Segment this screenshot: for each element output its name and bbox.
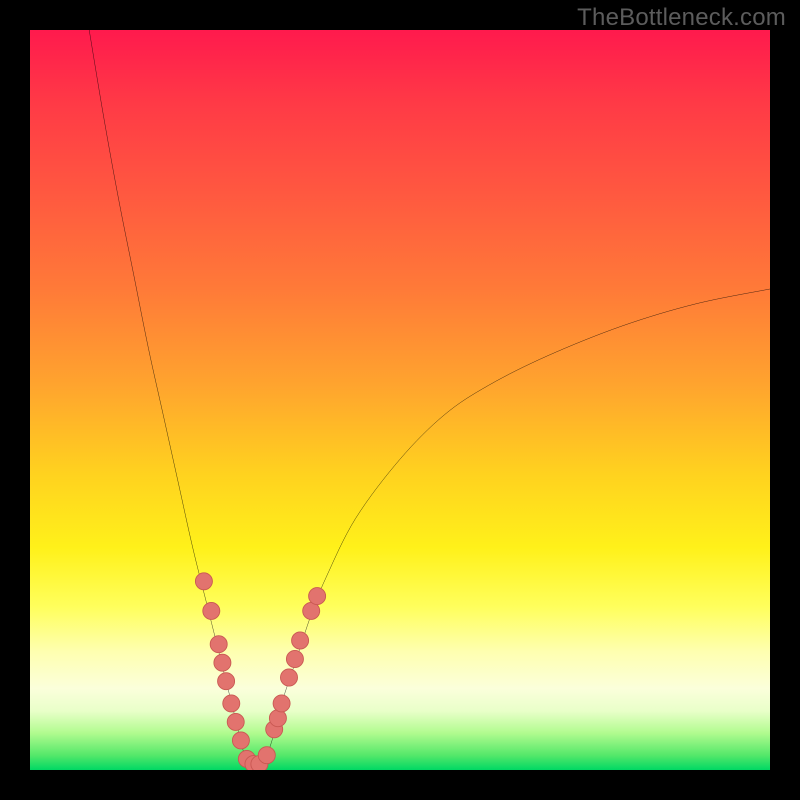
curve-plot: [30, 30, 770, 770]
marker-dot: [232, 732, 249, 749]
bottleneck-curve: [89, 30, 770, 768]
marker-dot: [273, 695, 290, 712]
marker-dot: [218, 673, 235, 690]
marker-dot: [309, 588, 326, 605]
marker-dot: [223, 695, 240, 712]
marker-dot: [269, 710, 286, 727]
marker-dot: [280, 669, 297, 686]
marker-dot: [203, 602, 220, 619]
marker-dot: [227, 713, 244, 730]
marker-dot: [214, 654, 231, 671]
marker-dot: [258, 747, 275, 764]
marker-dot: [292, 632, 309, 649]
marker-dot: [195, 573, 212, 590]
plot-area: [30, 30, 770, 770]
marker-dot: [286, 650, 303, 667]
chart-frame: TheBottleneck.com: [0, 0, 800, 800]
watermark-text: TheBottleneck.com: [577, 4, 786, 32]
marker-dot: [210, 636, 227, 653]
